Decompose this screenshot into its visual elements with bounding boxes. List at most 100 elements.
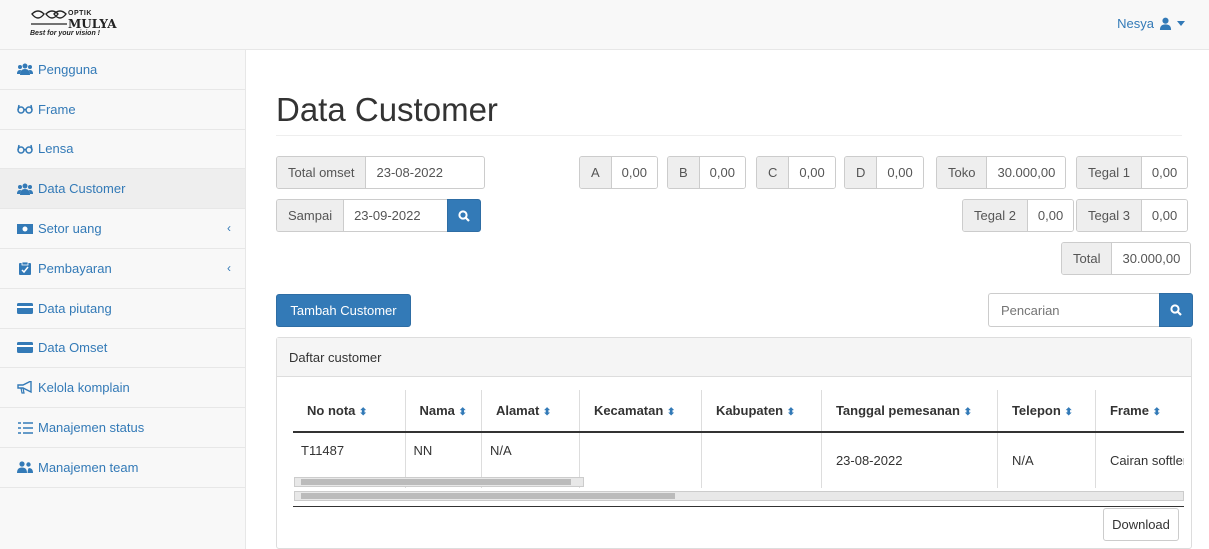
from-date-input[interactable]: [366, 157, 483, 188]
summary-value: 30.000,00: [987, 157, 1066, 188]
summary-tegal3-group: Tegal 3 0,00: [1076, 199, 1189, 232]
summary-c-group: C 0,00: [756, 156, 836, 189]
cell-telepon: N/A: [997, 432, 1096, 488]
credit-card-icon: [16, 302, 34, 314]
sidebar-item-label: Data Customer: [38, 181, 126, 197]
sidebar-item-label: Data piutang: [38, 300, 112, 316]
summary-value: 0,00: [1141, 200, 1188, 231]
title-divider: [276, 135, 1182, 136]
cell-kabupaten: [701, 432, 822, 488]
search-input[interactable]: [988, 293, 1159, 327]
sidebar-item-kelola-komplain[interactable]: Kelola komplain: [0, 368, 245, 409]
scrollbar-thumb[interactable]: [301, 493, 675, 499]
sidebar-item-data-piutang[interactable]: Data piutang: [0, 289, 245, 329]
sidebar-item-pengguna[interactable]: Pengguna: [0, 50, 245, 90]
sidebar-item-label: Manajemen status: [38, 420, 145, 436]
brand-name: MULYA: [68, 17, 117, 31]
customer-list-panel: Daftar customer No nota ⬍ Nama ⬍ Alamat …: [276, 337, 1192, 549]
scrollbar-thumb[interactable]: [301, 479, 571, 485]
column-header-alamat[interactable]: Alamat ⬍: [481, 390, 580, 433]
search-button[interactable]: [1159, 293, 1193, 327]
summary-label: D: [845, 157, 878, 188]
cell-tanggal-pemesanan: 23-08-2022: [821, 432, 998, 488]
glasses-logo-icon: [31, 10, 67, 25]
chevron-left-icon: ‹: [227, 221, 231, 236]
sidebar-item-manajemen-team[interactable]: Manajemen team: [0, 448, 245, 488]
sidebar-item-data-omset[interactable]: Data Omset: [0, 329, 245, 369]
glasses-icon: [16, 104, 34, 114]
sidebar-item-lensa[interactable]: Lensa: [0, 130, 245, 170]
column-header-no-nota[interactable]: No nota ⬍: [293, 390, 406, 433]
cell-kecamatan: [579, 432, 702, 488]
sort-icon: ⬍: [666, 407, 676, 418]
user-friends-icon: [16, 461, 34, 474]
summary-label: Toko: [937, 157, 988, 188]
sort-icon: ⬍: [359, 407, 368, 418]
filter-search-button[interactable]: [447, 199, 481, 232]
chevron-left-icon: ‹: [227, 260, 231, 275]
sort-icon: ⬍: [458, 407, 467, 418]
to-date-input[interactable]: [344, 200, 445, 231]
column-header-nama[interactable]: Nama ⬍: [405, 390, 482, 433]
user-menu-dropdown[interactable]: Nesya: [1117, 16, 1185, 31]
sidebar-item-label: Pengguna: [38, 61, 98, 77]
sidebar-item-manajemen-status[interactable]: Manajemen status: [0, 408, 245, 448]
sort-icon: ⬍: [963, 407, 972, 418]
money-icon: [16, 223, 34, 234]
cell-frame: Cairan softlen: [1109, 453, 1184, 468]
summary-label: Total: [1062, 243, 1113, 274]
summary-label: Tegal 3: [1077, 200, 1142, 231]
sampai-group: Sampai: [276, 199, 447, 232]
customer-table-scroll[interactable]: No nota ⬍ Nama ⬍ Alamat ⬍ Kecamatan ⬍ Ka…: [293, 390, 1184, 507]
summary-label: A: [580, 157, 612, 188]
summary-value: 0,00: [699, 157, 745, 188]
column-header-kecamatan[interactable]: Kecamatan ⬍: [579, 390, 702, 433]
bullhorn-icon: [16, 381, 34, 394]
sort-icon: ⬍: [1064, 407, 1073, 418]
clipboard-icon: [16, 261, 34, 275]
search-icon: [1170, 304, 1182, 316]
summary-total-group: Total 30.000,00: [1061, 242, 1192, 275]
table-horizontal-scrollbar[interactable]: [294, 491, 1184, 501]
summary-value: 0,00: [877, 157, 923, 188]
users-icon: [16, 183, 34, 195]
column-header-frame[interactable]: Frame ⬍: [1095, 390, 1184, 433]
download-button[interactable]: Download: [1103, 508, 1179, 541]
table-header-row: No nota ⬍ Nama ⬍ Alamat ⬍ Kecamatan ⬍ Ka…: [293, 390, 1184, 433]
summary-b-group: B 0,00: [667, 156, 746, 189]
summary-value: 0,00: [1141, 157, 1188, 188]
sidebar-item-setor-uang[interactable]: Setor uang ‹: [0, 209, 245, 249]
cell-horizontal-scrollbar[interactable]: [294, 477, 584, 487]
sidebar-item-pembayaran[interactable]: Pembayaran ‹: [0, 249, 245, 289]
summary-value: 30.000,00: [1112, 243, 1191, 274]
summary-label: B: [668, 157, 700, 188]
column-header-telepon[interactable]: Telepon ⬍: [997, 390, 1096, 433]
summary-a-group: A 0,00: [579, 156, 658, 189]
column-header-tanggal-pemesanan[interactable]: Tanggal pemesanan ⬍: [821, 390, 998, 433]
summary-toko-group: Toko 30.000,00: [936, 156, 1067, 189]
user-name: Nesya: [1117, 16, 1154, 31]
summary-value: 0,00: [611, 157, 657, 188]
customer-table: No nota ⬍ Nama ⬍ Alamat ⬍ Kecamatan ⬍ Ka…: [293, 390, 1184, 488]
sidebar-item-label: Data Omset: [38, 340, 108, 356]
summary-tegal1-group: Tegal 1 0,00: [1076, 156, 1189, 189]
sidebar-item-label: Pembayaran: [38, 260, 112, 276]
brand-logo[interactable]: OPTIK MULYA Best for your vision !: [30, 8, 140, 42]
user-icon: [1159, 17, 1172, 30]
sidebar-nav: Pengguna Frame Lensa Data Customer Setor…: [0, 50, 246, 549]
column-header-kabupaten[interactable]: Kabupaten ⬍: [701, 390, 822, 433]
sidebar-item-data-customer[interactable]: Data Customer: [0, 169, 245, 210]
sidebar-item-label: Frame: [38, 101, 76, 117]
search-icon: [458, 209, 470, 222]
glasses-icon: [16, 144, 34, 154]
sidebar-item-frame[interactable]: Frame: [0, 90, 245, 130]
total-omset-label: Total omset: [277, 157, 367, 188]
sort-icon: ⬍: [542, 407, 552, 418]
page-title: Data Customer: [276, 91, 498, 128]
caret-down-icon: [1177, 20, 1185, 26]
sort-icon: ⬍: [1152, 407, 1161, 418]
sidebar-item-label: Manajemen team: [38, 459, 139, 475]
top-navbar: OPTIK MULYA Best for your vision ! Nesya: [0, 0, 1209, 50]
brand-tagline: Best for your vision !: [30, 30, 101, 37]
add-customer-button[interactable]: Tambah Customer: [276, 294, 411, 327]
